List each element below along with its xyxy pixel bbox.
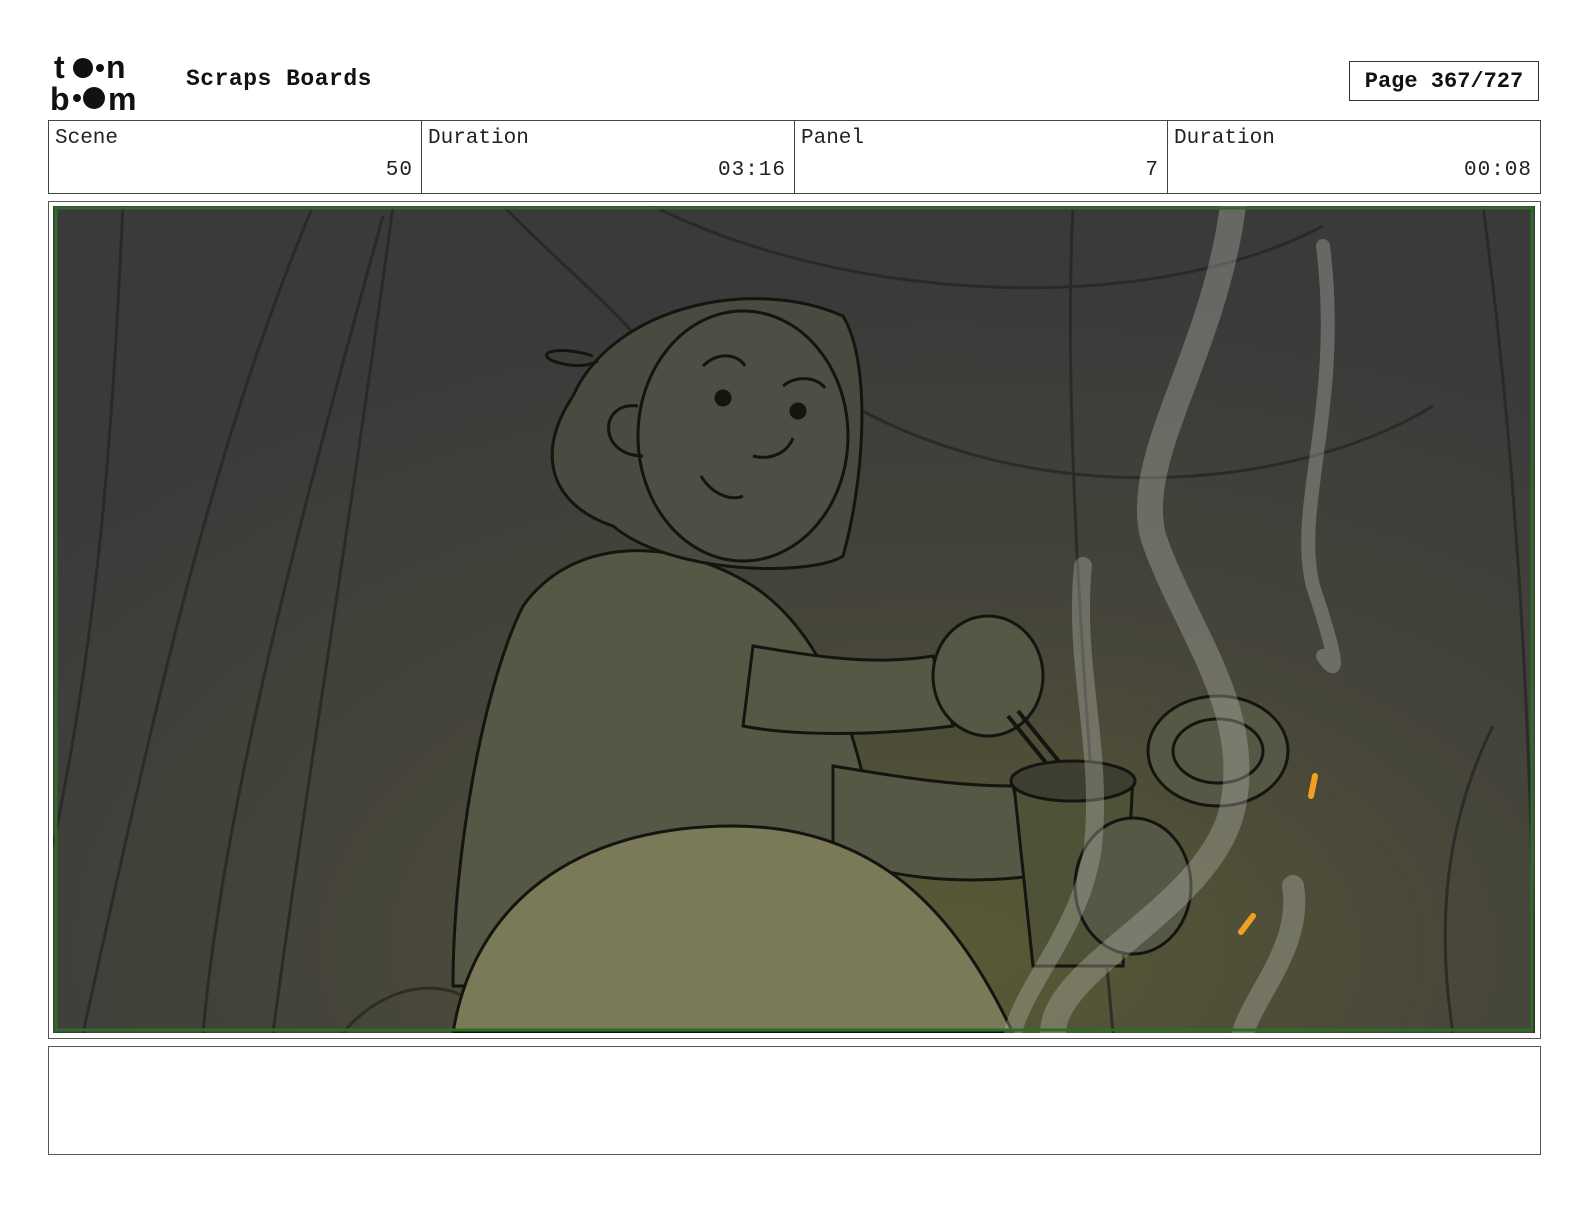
scene-duration-cell: Duration 03:16 [422,121,795,193]
panel-duration-cell: Duration 00:08 [1168,121,1540,193]
scene-duration-value: 03:16 [717,159,786,182]
scene-info-table: Scene 50 Duration 03:16 Panel 7 Duration… [48,120,1541,194]
panel-cell: Panel 7 [795,121,1168,193]
panel-duration-value: 00:08 [1463,159,1532,182]
svg-text:t: t [54,50,65,85]
svg-text:m: m [108,81,136,112]
project-title: Scraps Boards [186,66,372,92]
panel-duration-label: Duration [1174,127,1275,150]
panel-frame [48,201,1541,1039]
notes-box[interactable] [48,1046,1541,1155]
scene-label: Scene [55,127,119,150]
panel-value: 7 [1145,159,1159,182]
panel-label: Panel [801,127,865,150]
scene-duration-label: Duration [428,127,529,150]
toon-boom-logo: t n b m [50,50,136,112]
storyboard-panel-image [53,206,1535,1033]
scene-cell: Scene 50 [49,121,422,193]
page-number: Page 367/727 [1349,61,1539,101]
svg-text:b: b [50,81,70,112]
svg-text:n: n [106,50,126,85]
scene-value: 50 [385,159,413,182]
